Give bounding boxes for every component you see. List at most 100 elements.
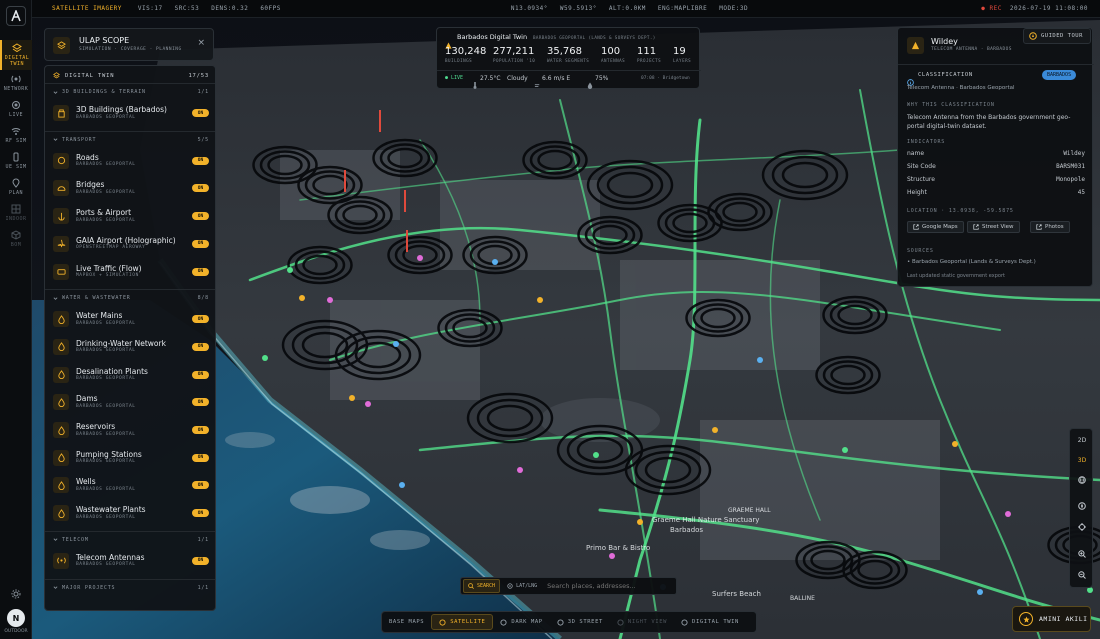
- layer-item[interactable]: Desalination Plants BARBADOS GEOPORTAL ON: [53, 363, 209, 387]
- rail-item-bom[interactable]: BOM: [0, 230, 32, 254]
- layer-item[interactable]: 3D Buildings (Barbados) BARBADOS GEOPORTA…: [53, 101, 209, 125]
- street-view-button[interactable]: Street View: [967, 221, 1020, 233]
- layer-toggle[interactable]: ON: [192, 481, 209, 490]
- layer-item[interactable]: Live Traffic (Flow) MAPBOX + SIMULATION ON: [53, 260, 209, 284]
- layer-section-0[interactable]: 3D BUILDINGS & TERRAIN 1/1: [53, 89, 209, 95]
- map-marker[interactable]: [365, 401, 371, 407]
- layer-item[interactable]: Roads BARBADOS GEOPORTAL ON: [53, 149, 209, 173]
- layer-toggle[interactable]: ON: [192, 239, 209, 248]
- basemap-3d-street[interactable]: 3D STREET: [550, 614, 610, 630]
- locate-button[interactable]: [1070, 518, 1094, 536]
- search-input[interactable]: [547, 579, 676, 593]
- layer-toggle[interactable]: ON: [192, 156, 209, 165]
- layer-toggle[interactable]: ON: [192, 556, 209, 565]
- source-item[interactable]: • Barbados Geoportal (Lands & Surveys De…: [907, 259, 1036, 265]
- map-marker[interactable]: [517, 467, 523, 473]
- layer-item[interactable]: Ports & Airport BARBADOS GEOPORTAL ON: [53, 204, 209, 228]
- user-name: AMINI AKILI: [1039, 615, 1088, 623]
- layer-toggle[interactable]: ON: [192, 267, 209, 276]
- indicator-row: name Wildey: [907, 150, 1085, 157]
- layers-header-label: DIGITAL TWIN: [65, 72, 115, 79]
- map-marker[interactable]: [492, 259, 498, 265]
- map-marker[interactable]: [399, 482, 405, 488]
- map-marker[interactable]: [349, 395, 355, 401]
- layer-toggle[interactable]: ON: [192, 109, 209, 117]
- layer-item[interactable]: Pumping Stations BARBADOS GEOPORTAL ON: [53, 446, 209, 470]
- app-logo[interactable]: [6, 6, 26, 26]
- layer-toggle[interactable]: ON: [192, 426, 209, 434]
- rail-item-network[interactable]: NETWORK: [0, 74, 32, 98]
- map-marker[interactable]: [593, 452, 599, 458]
- guided-tour-button[interactable]: GUIDED TOUR: [1023, 28, 1091, 44]
- layer-section-2[interactable]: WATER & WASTEWATER 8/8: [53, 295, 209, 301]
- layer-toggle[interactable]: ON: [192, 184, 209, 193]
- layer-toggle[interactable]: ON: [192, 453, 209, 462]
- google-maps-button[interactable]: Google Maps: [907, 221, 964, 233]
- rail-item-plan[interactable]: PLAN: [0, 178, 32, 202]
- reservoir-icon: [53, 422, 69, 438]
- layer-section-3[interactable]: TELECOM 1/1: [53, 537, 209, 543]
- layer-toggle[interactable]: ON: [192, 342, 209, 351]
- view-3d-button[interactable]: 3D: [1070, 451, 1094, 469]
- avatar[interactable]: N: [7, 609, 25, 627]
- photos-button[interactable]: Photos: [1030, 221, 1070, 233]
- map-marker[interactable]: [952, 441, 958, 447]
- map-marker[interactable]: [327, 297, 333, 303]
- close-icon[interactable]: ×: [197, 38, 205, 48]
- globe-button[interactable]: [1070, 471, 1094, 489]
- map-marker[interactable]: [712, 427, 718, 433]
- twin-stat-label: POPULATION '10: [493, 58, 536, 63]
- rail-item-indoor[interactable]: INDOOR: [0, 204, 32, 228]
- map-marker[interactable]: [537, 297, 543, 303]
- layer-item[interactable]: GAIA Airport (Holographic) OPENSTREETMAP …: [53, 232, 209, 256]
- indicator-value: Wildey: [1063, 150, 1085, 157]
- layer-item[interactable]: Dams BARBADOS GEOPORTAL ON: [53, 390, 209, 414]
- layer-toggle[interactable]: ON: [192, 212, 209, 221]
- view-2d-button[interactable]: 2D: [1070, 431, 1094, 449]
- map-marker[interactable]: [842, 447, 848, 453]
- layer-item[interactable]: Telecom Antennas BARBADOS GEOPORTAL ON: [53, 549, 209, 573]
- map-marker[interactable]: [287, 267, 293, 273]
- map-marker[interactable]: [977, 589, 983, 595]
- layer-item[interactable]: Bridges BARBADOS GEOPORTAL ON: [53, 176, 209, 200]
- compass-button[interactable]: [1070, 497, 1094, 515]
- layer-toggle[interactable]: ON: [192, 398, 209, 407]
- latlng-tab[interactable]: LAT/LNG: [503, 579, 541, 593]
- scope-title: ULAP SCOPE: [79, 36, 130, 45]
- bridge-icon: [53, 180, 69, 197]
- basemap-satellite[interactable]: SATELLITE: [431, 614, 494, 630]
- rail-item-rf-sim[interactable]: RF SIM: [0, 126, 32, 150]
- basemap-dark-map[interactable]: DARK MAP: [493, 614, 549, 630]
- layer-section-4[interactable]: MAJOR PROJECTS 1/1: [53, 585, 209, 591]
- settings-icon[interactable]: [11, 584, 21, 599]
- layer-toggle[interactable]: ON: [192, 370, 209, 379]
- layer-name: Bridges: [76, 180, 105, 190]
- pump-icon: [53, 449, 69, 466]
- layer-toggle[interactable]: ON: [192, 315, 209, 324]
- zoom-out-button[interactable]: [1070, 566, 1094, 584]
- map-marker[interactable]: [757, 357, 763, 363]
- map-marker[interactable]: [1005, 511, 1011, 517]
- layer-item[interactable]: Wells BARBADOS GEOPORTAL ON: [53, 473, 209, 497]
- search-bar: SEARCH LAT/LNG: [460, 577, 677, 595]
- search-tab[interactable]: SEARCH: [463, 579, 501, 593]
- map-marker[interactable]: [393, 341, 399, 347]
- layer-section-count: 1/1: [197, 584, 209, 591]
- user-button[interactable]: AMINI AKILI: [1012, 606, 1091, 632]
- layer-item[interactable]: Drinking-Water Network BARBADOS GEOPORTAL…: [53, 335, 209, 359]
- layer-item[interactable]: Water Mains BARBADOS GEOPORTAL ON: [53, 307, 209, 331]
- map-marker[interactable]: [262, 355, 268, 361]
- rail-item-ue-sim[interactable]: UE SIM: [0, 152, 32, 176]
- layer-toggle[interactable]: ON: [192, 509, 209, 518]
- layer-section-1[interactable]: TRANSPORT 5/5: [53, 137, 209, 143]
- map-marker[interactable]: [299, 295, 305, 301]
- rail-item-live[interactable]: LIVE: [0, 100, 32, 124]
- layer-item[interactable]: Wastewater Plants BARBADOS GEOPORTAL ON: [53, 501, 209, 525]
- map-marker[interactable]: [417, 255, 423, 261]
- map-marker[interactable]: [637, 519, 643, 525]
- map-marker[interactable]: [609, 553, 615, 559]
- layer-item[interactable]: Reservoirs BARBADOS GEOPORTAL ON: [53, 418, 209, 442]
- rail-item-digital-twin[interactable]: DIGITAL TWIN: [0, 40, 32, 70]
- basemap-digital-twin[interactable]: DIGITAL TWIN: [674, 614, 746, 630]
- zoom-in-button[interactable]: [1070, 545, 1094, 563]
